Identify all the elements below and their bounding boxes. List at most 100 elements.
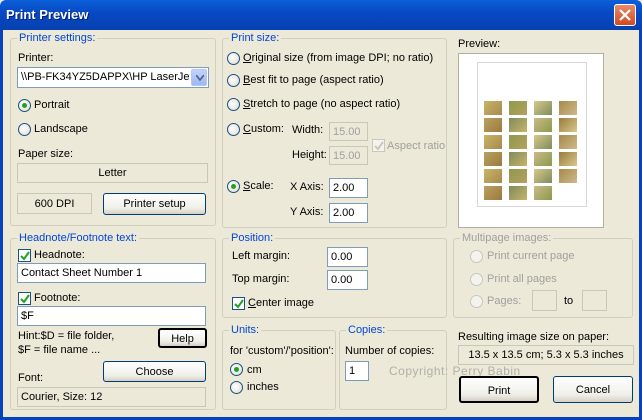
portrait-radio[interactable]: [18, 99, 31, 112]
inches-radio[interactable]: [230, 381, 243, 394]
height-input[interactable]: 15.00: [329, 146, 368, 165]
copies-label: Copies:: [346, 324, 388, 336]
check-icon: [374, 141, 384, 151]
copies-input[interactable]: 1: [345, 361, 369, 381]
check-icon: [20, 294, 30, 304]
preview-label: Preview:: [458, 38, 501, 50]
result-display: 13.5 x 13.5 cm; 5.3 x 5.3 inches: [458, 345, 634, 365]
preview-thumbnail: [559, 169, 577, 183]
footnote-checkbox[interactable]: [18, 292, 31, 305]
number-of-copies-label: Number of copies:: [345, 345, 435, 357]
preview-thumbnail: [484, 186, 502, 200]
print-current-label[interactable]: Print current page: [487, 250, 574, 262]
preview-thumbnail: [484, 118, 502, 132]
pages-to-input[interactable]: [582, 290, 607, 311]
print-size-label: Print size:: [229, 32, 282, 44]
center-image-label[interactable]: Center image: [248, 297, 314, 309]
preview-thumbnail: [484, 135, 502, 149]
portrait-label[interactable]: Portrait: [34, 99, 69, 111]
units-for-label: for 'custom'/'position':: [230, 345, 334, 357]
chevron-down-icon[interactable]: [191, 69, 207, 86]
best-fit-label[interactable]: Best fit to page (aspect ratio): [243, 74, 384, 86]
y-axis-label: Y Axis:: [290, 206, 324, 218]
preview-thumbnail: [534, 101, 552, 115]
preview-thumbnail: [509, 135, 527, 149]
font-display: Courier, Size: 12: [17, 387, 206, 407]
preview-thumbnail: [509, 152, 527, 166]
preview-thumbnail: [509, 118, 527, 132]
left-margin-input[interactable]: 0.00: [327, 247, 368, 267]
footnote-input[interactable]: $F: [17, 306, 206, 326]
check-icon: [20, 251, 30, 261]
aspect-ratio-label[interactable]: Aspect ratio: [387, 140, 445, 152]
cm-label[interactable]: cm: [247, 364, 262, 376]
center-image-checkbox[interactable]: [232, 297, 245, 310]
preview-thumbnail: [484, 152, 502, 166]
preview-thumbnail: [559, 101, 577, 115]
preview-thumbnail: [534, 169, 552, 183]
close-button[interactable]: [614, 4, 636, 26]
width-input[interactable]: 15.00: [329, 122, 368, 141]
scale-label[interactable]: Scale:: [243, 180, 274, 192]
original-size-radio[interactable]: [227, 52, 240, 65]
printer-setup-button[interactable]: Printer setup: [103, 193, 206, 215]
landscape-label[interactable]: Landscape: [34, 123, 88, 135]
printer-select[interactable]: \\PB-FK34YZ5DAPPX\HP LaserJe: [17, 67, 209, 88]
landscape-radio[interactable]: [18, 123, 31, 136]
multipage-label: Multipage images:: [460, 232, 554, 244]
headnote-footnote-label: Headnote/Footnote text:: [17, 232, 140, 244]
best-fit-radio[interactable]: [227, 74, 240, 87]
pages-radio[interactable]: [470, 295, 483, 308]
left-margin-label: Left margin:: [232, 250, 291, 262]
top-margin-input[interactable]: 0.00: [327, 270, 368, 290]
original-size-label[interactable]: Original size (from image DPI; no ratio): [243, 52, 433, 64]
preview-thumbnail: [534, 135, 552, 149]
position-label: Position:: [229, 232, 276, 244]
top-margin-label: Top margin:: [232, 273, 290, 285]
headnote-checkbox[interactable]: [18, 249, 31, 262]
print-all-label[interactable]: Print all pages: [487, 273, 557, 285]
print-button[interactable]: Print: [459, 376, 539, 403]
window-title: Print Preview: [6, 7, 89, 22]
printer-settings-label: Printer settings:: [17, 32, 98, 44]
x-axis-input[interactable]: 2.00: [329, 178, 368, 198]
y-axis-input[interactable]: 2.00: [329, 203, 368, 223]
inches-label[interactable]: inches: [247, 381, 279, 393]
headnote-label[interactable]: Headnote:: [34, 249, 85, 261]
title-bar[interactable]: Print Preview: [0, 0, 642, 30]
units-label: Units:: [229, 324, 262, 336]
pages-label[interactable]: Pages:: [487, 295, 521, 307]
headnote-input[interactable]: Contact Sheet Number 1: [17, 263, 206, 283]
stretch-radio[interactable]: [227, 98, 240, 111]
preview-area: [458, 53, 604, 228]
aspect-ratio-checkbox[interactable]: [372, 139, 385, 152]
height-label: Height:: [292, 149, 327, 161]
preview-page: [477, 62, 587, 207]
hint-line2: $F = file name ...: [18, 344, 101, 356]
preview-thumbnail: [484, 101, 502, 115]
print-all-radio[interactable]: [470, 273, 483, 286]
scale-radio[interactable]: [227, 180, 240, 193]
preview-thumbnail: [509, 169, 527, 183]
paper-size-display: Letter: [17, 163, 208, 183]
pages-to-label: to: [564, 295, 574, 307]
preview-thumbnail: [559, 152, 577, 166]
preview-thumbnail: [484, 169, 502, 183]
print-current-radio[interactable]: [470, 250, 483, 263]
preview-thumbnail: [559, 118, 577, 132]
preview-thumbnail: [509, 101, 527, 115]
preview-thumbnail: [509, 186, 527, 200]
choose-font-button[interactable]: Choose: [103, 361, 206, 382]
preview-thumbnail: [534, 118, 552, 132]
custom-label[interactable]: Custom:: [243, 123, 284, 135]
help-button[interactable]: Help: [158, 328, 207, 348]
printer-select-value: \\PB-FK34YZ5DAPPX\HP LaserJe: [21, 71, 189, 83]
custom-radio[interactable]: [227, 123, 240, 136]
x-axis-label: X Axis:: [290, 181, 324, 193]
cm-radio[interactable]: [230, 363, 243, 376]
cancel-button[interactable]: Cancel: [553, 376, 633, 403]
footnote-label[interactable]: Footnote:: [34, 292, 80, 304]
stretch-label[interactable]: Stretch to page (no aspect ratio): [243, 98, 400, 110]
font-label: Font:: [18, 372, 44, 384]
pages-from-input[interactable]: [532, 290, 557, 311]
